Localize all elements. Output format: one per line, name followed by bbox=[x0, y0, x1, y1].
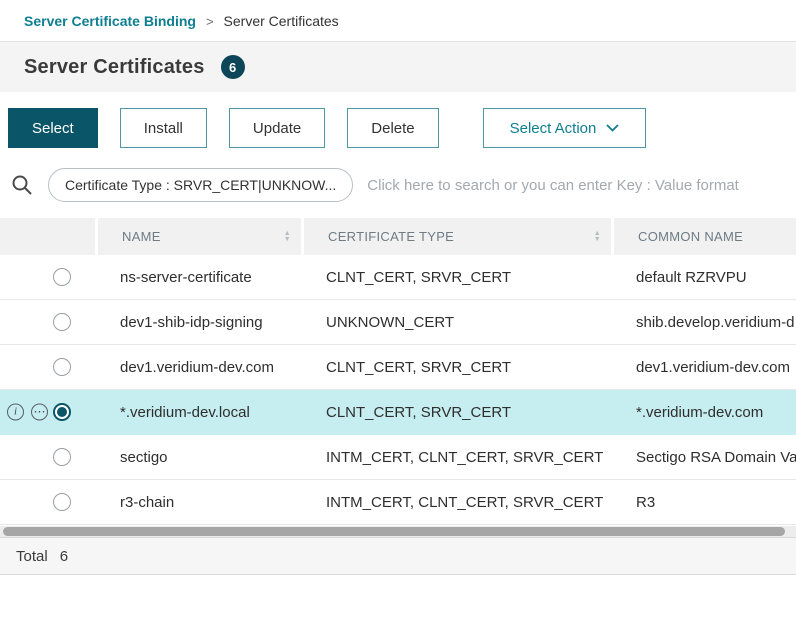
row-radio[interactable] bbox=[53, 493, 71, 511]
cell-certificate-type: INTM_CERT, CLNT_CERT, SRVR_CERT bbox=[304, 494, 614, 511]
search-bar: Certificate Type : SRVR_CERT|UNKNOW... bbox=[0, 162, 796, 218]
cell-common-name: dev1.veridium-dev.com bbox=[614, 359, 796, 376]
total-value: 6 bbox=[60, 548, 68, 565]
delete-button[interactable]: Delete bbox=[347, 108, 438, 148]
row-select-cell: i ⋯ bbox=[0, 390, 98, 434]
info-icon[interactable]: i bbox=[7, 404, 24, 421]
breadcrumb-current: Server Certificates bbox=[224, 13, 339, 29]
table-header: NAME ▲▼ CERTIFICATE TYPE ▲▼ COMMON NAME bbox=[0, 218, 796, 255]
cell-name: r3-chain bbox=[98, 494, 304, 511]
breadcrumb-link-server-certificate-binding[interactable]: Server Certificate Binding bbox=[24, 13, 196, 29]
toolbar: Select Install Update Delete Select Acti… bbox=[0, 92, 796, 162]
sort-icon[interactable]: ▲▼ bbox=[594, 231, 601, 243]
row-select-cell: i ⋯ bbox=[0, 345, 98, 389]
table-row[interactable]: i ⋯ dev1.veridium-dev.com CLNT_CERT, SRV… bbox=[0, 345, 796, 390]
row-radio[interactable] bbox=[53, 403, 71, 421]
filter-chip[interactable]: Certificate Type : SRVR_CERT|UNKNOW... bbox=[48, 168, 353, 202]
cell-certificate-type: CLNT_CERT, SRVR_CERT bbox=[304, 269, 614, 286]
table-row[interactable]: i ⋯ *.veridium-dev.local CLNT_CERT, SRVR… bbox=[0, 390, 796, 435]
header-select-column bbox=[0, 218, 95, 255]
total-label: Total bbox=[16, 548, 48, 565]
row-select-cell: i ⋯ bbox=[0, 255, 98, 299]
ellipsis-icon[interactable]: ⋯ bbox=[31, 404, 48, 421]
header-name-label: NAME bbox=[122, 229, 161, 244]
cell-certificate-type: CLNT_CERT, SRVR_CERT bbox=[304, 404, 614, 421]
table-row[interactable]: i ⋯ r3-chain INTM_CERT, CLNT_CERT, SRVR_… bbox=[0, 480, 796, 525]
table-row[interactable]: i ⋯ sectigo INTM_CERT, CLNT_CERT, SRVR_C… bbox=[0, 435, 796, 480]
row-radio[interactable] bbox=[53, 448, 71, 466]
header-common-name-label: COMMON NAME bbox=[638, 229, 743, 244]
cell-name: *.veridium-dev.local bbox=[98, 404, 304, 421]
cell-certificate-type: UNKNOWN_CERT bbox=[304, 314, 614, 331]
header-certificate-type-label: CERTIFICATE TYPE bbox=[328, 229, 454, 244]
breadcrumb: Server Certificate Binding > Server Cert… bbox=[0, 0, 796, 42]
row-radio[interactable] bbox=[53, 268, 71, 286]
cell-certificate-type: INTM_CERT, CLNT_CERT, SRVR_CERT bbox=[304, 449, 614, 466]
header-certificate-type[interactable]: CERTIFICATE TYPE ▲▼ bbox=[304, 218, 611, 255]
chevron-down-icon bbox=[606, 124, 619, 132]
horizontal-scrollbar bbox=[0, 526, 796, 537]
row-actions: i ⋯ bbox=[7, 404, 48, 421]
row-select-cell: i ⋯ bbox=[0, 435, 98, 479]
select-button[interactable]: Select bbox=[8, 108, 98, 148]
select-action-label: Select Action bbox=[510, 120, 597, 137]
row-select-cell: i ⋯ bbox=[0, 480, 98, 524]
header-name[interactable]: NAME ▲▼ bbox=[98, 218, 301, 255]
total-bar: Total 6 bbox=[0, 537, 796, 575]
scrollbar-thumb[interactable] bbox=[3, 527, 785, 536]
header-common-name[interactable]: COMMON NAME bbox=[614, 218, 796, 255]
table-body: i ⋯ ns-server-certificate CLNT_CERT, SRV… bbox=[0, 255, 796, 525]
cell-name: dev1-shib-idp-signing bbox=[98, 314, 304, 331]
update-button[interactable]: Update bbox=[229, 108, 325, 148]
cell-common-name: *.veridium-dev.com bbox=[614, 404, 796, 421]
count-badge: 6 bbox=[221, 55, 245, 79]
search-icon bbox=[10, 173, 34, 197]
row-radio[interactable] bbox=[53, 358, 71, 376]
search-input[interactable] bbox=[367, 177, 780, 194]
page-title: Server Certificates bbox=[24, 56, 205, 79]
cell-common-name: Sectigo RSA Domain Va bbox=[614, 449, 796, 466]
cell-common-name: default RZRVPU bbox=[614, 269, 796, 286]
cell-name: ns-server-certificate bbox=[98, 269, 304, 286]
breadcrumb-separator-icon: > bbox=[206, 14, 214, 29]
cell-common-name: R3 bbox=[614, 494, 796, 511]
install-button[interactable]: Install bbox=[120, 108, 207, 148]
select-action-button[interactable]: Select Action bbox=[483, 108, 647, 148]
cell-name: dev1.veridium-dev.com bbox=[98, 359, 304, 376]
cell-certificate-type: CLNT_CERT, SRVR_CERT bbox=[304, 359, 614, 376]
row-select-cell: i ⋯ bbox=[0, 300, 98, 344]
cell-name: sectigo bbox=[98, 449, 304, 466]
row-radio[interactable] bbox=[53, 313, 71, 331]
cell-common-name: shib.develop.veridium-d bbox=[614, 314, 796, 331]
table-row[interactable]: i ⋯ ns-server-certificate CLNT_CERT, SRV… bbox=[0, 255, 796, 300]
title-bar: Server Certificates 6 bbox=[0, 42, 796, 92]
sort-icon[interactable]: ▲▼ bbox=[284, 231, 291, 243]
table-row[interactable]: i ⋯ dev1-shib-idp-signing UNKNOWN_CERT s… bbox=[0, 300, 796, 345]
